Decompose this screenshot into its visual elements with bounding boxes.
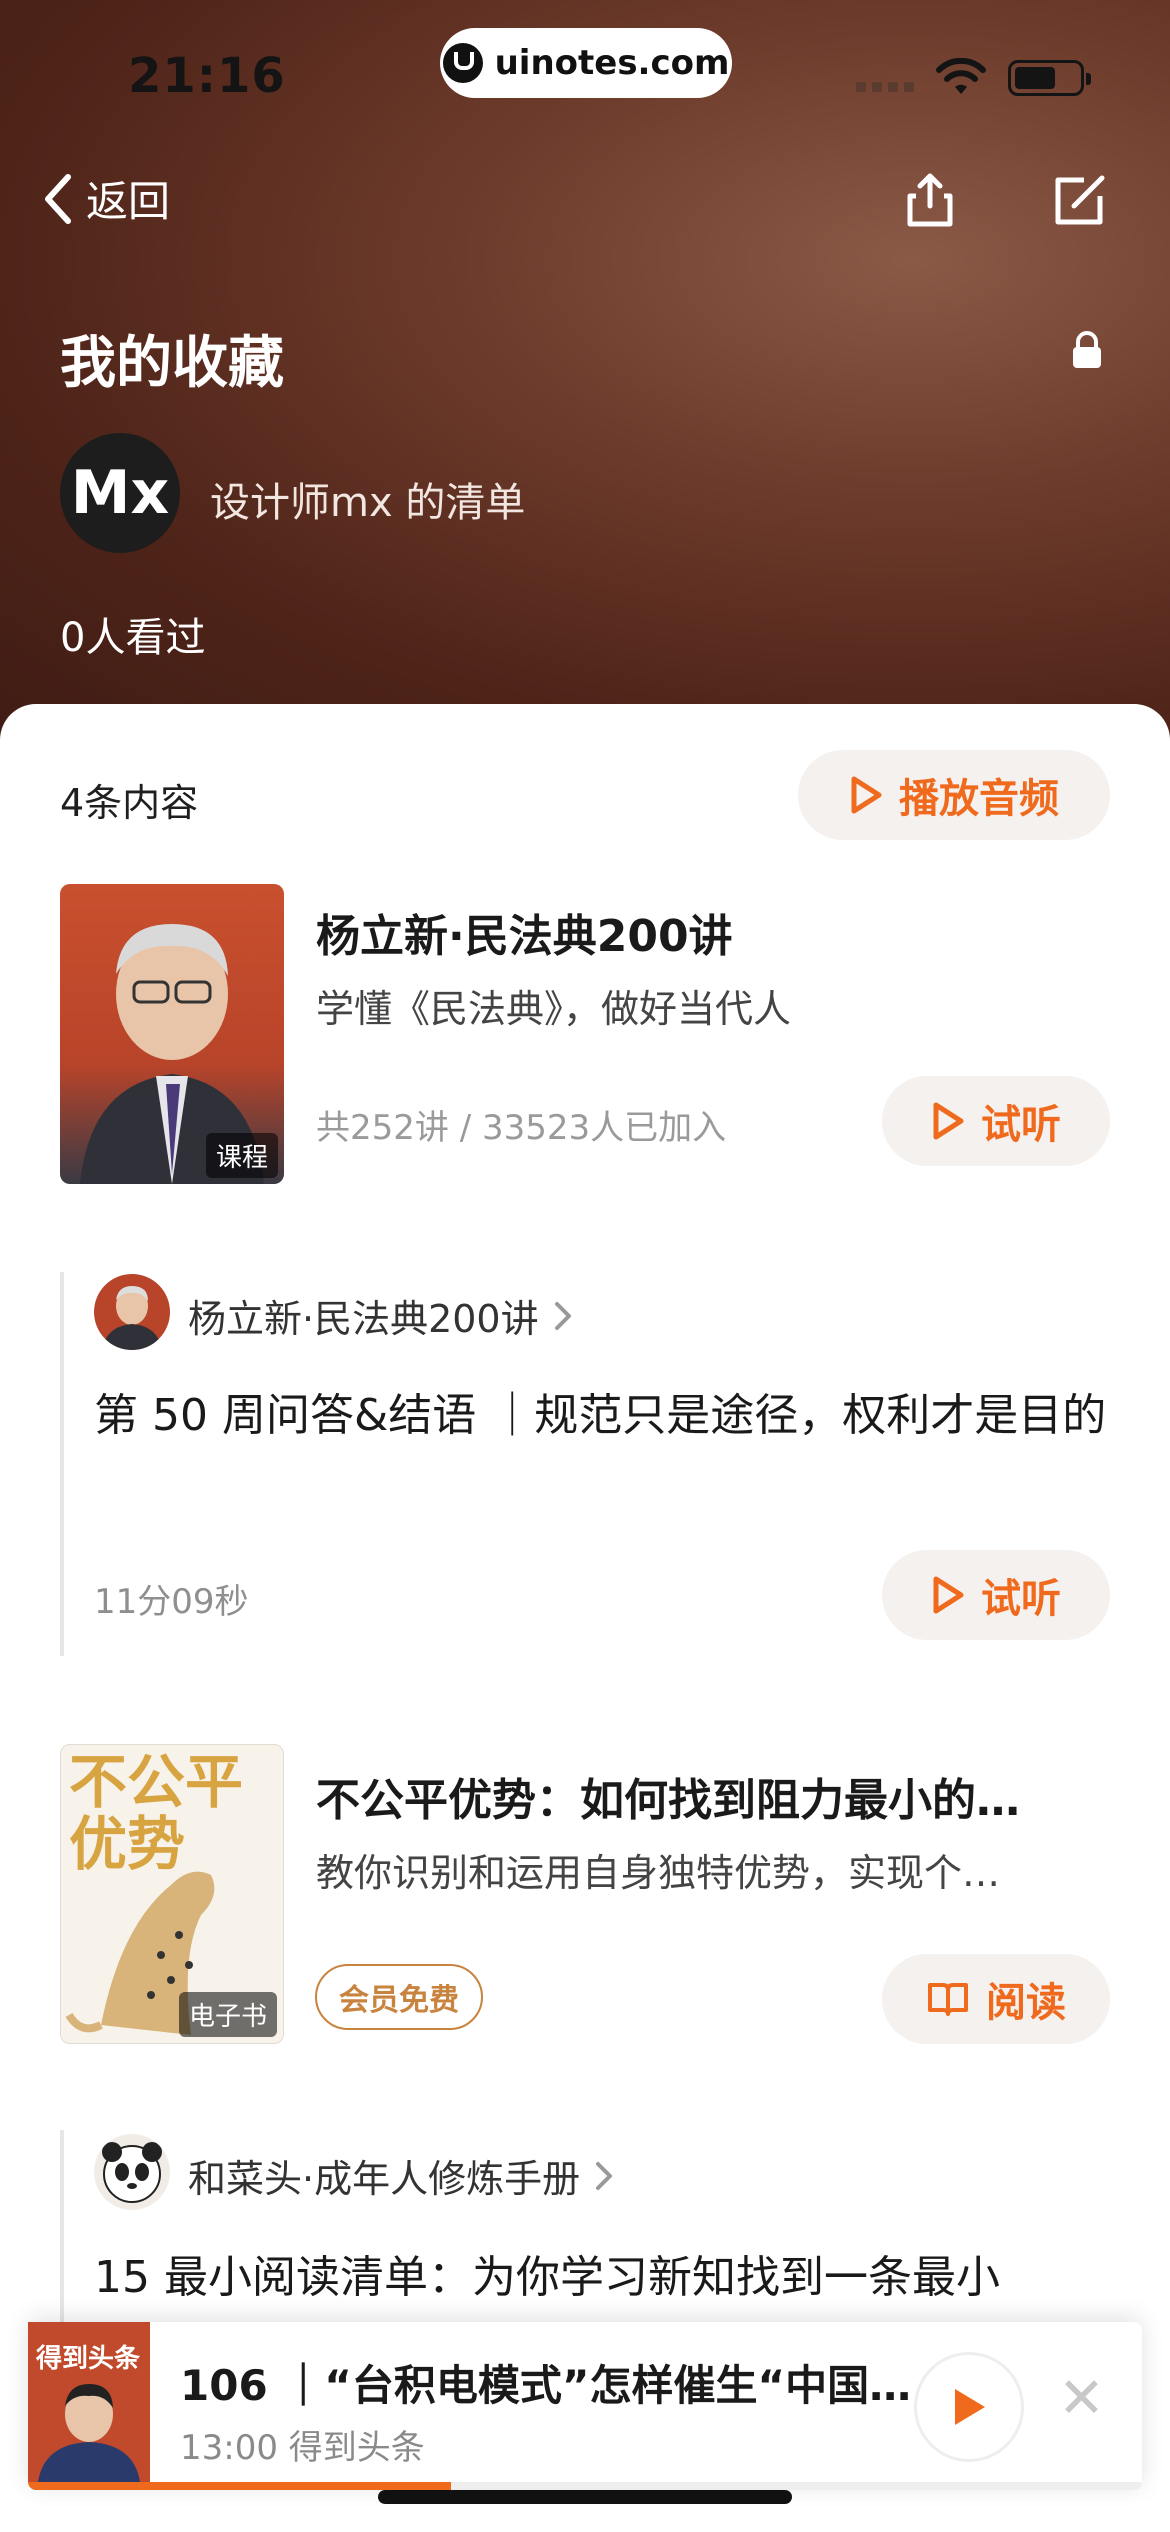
site-logo-icon bbox=[442, 43, 483, 83]
cover-tag: 课程 bbox=[205, 1133, 278, 1178]
source-avatar bbox=[94, 1274, 170, 1350]
item-title[interactable]: 杨立新·民法典200讲 bbox=[316, 900, 733, 964]
url-pill[interactable]: uinotes.com bbox=[440, 28, 732, 98]
close-icon[interactable]: ✕ bbox=[1058, 2366, 1105, 2431]
battery-icon bbox=[1008, 60, 1091, 96]
play-audio-button[interactable]: 播放音频 bbox=[798, 750, 1110, 840]
mini-player-cover: 得到头条 bbox=[28, 2322, 150, 2482]
edit-icon[interactable] bbox=[1050, 170, 1110, 230]
mini-player-play-button[interactable] bbox=[914, 2352, 1024, 2462]
member-free-badge: 会员免费 bbox=[315, 1964, 483, 2030]
trial-listen-button[interactable]: 试听 bbox=[882, 1550, 1110, 1640]
wifi-icon bbox=[936, 58, 986, 94]
cover-tag: 电子书 bbox=[178, 1992, 277, 2037]
source-name: 杨立新·民法典200讲 bbox=[188, 1297, 539, 1341]
source-link[interactable]: 和菜头·成年人修炼手册 bbox=[188, 2148, 614, 2203]
episode-duration: 11分09秒 bbox=[94, 1582, 249, 1622]
owner-name[interactable]: 设计师mx 的清单 bbox=[210, 470, 525, 528]
item-count: 4条内容 bbox=[60, 781, 199, 825]
book-icon bbox=[928, 1983, 968, 2016]
trial-listen-button[interactable]: 试听 bbox=[882, 1076, 1110, 1166]
back-button[interactable]: 返回 bbox=[40, 168, 170, 229]
course-cover[interactable]: 课程 bbox=[60, 884, 284, 1184]
mini-player-title: 106 ｜“台积电模式”怎样催生“中国… bbox=[180, 2361, 912, 2410]
share-icon[interactable] bbox=[900, 170, 960, 230]
mini-player[interactable]: 得到头条 106 ｜“台积电模式”怎样催生“中国… 13:00 得到头条 ✕ bbox=[28, 2322, 1142, 2490]
mini-player-progress-fill bbox=[28, 2482, 452, 2490]
status-time: 21:16 bbox=[128, 48, 286, 104]
chevron-left-icon bbox=[45, 173, 71, 224]
page-title: 我的收藏 bbox=[60, 331, 284, 396]
episode-title[interactable]: 15 最小阅读清单：为你学习新知找到一条最小 bbox=[94, 2244, 1134, 2312]
play-audio-label: 播放音频 bbox=[899, 776, 1059, 822]
trial-label: 试听 bbox=[981, 1576, 1061, 1622]
url-text: uinotes.com bbox=[494, 43, 730, 83]
quote-bar bbox=[60, 1272, 64, 1656]
chevron-right-icon bbox=[554, 1301, 571, 1330]
play-icon bbox=[851, 776, 882, 814]
chevron-right-icon bbox=[596, 2161, 613, 2190]
item-title[interactable]: 不公平优势：如何找到阻力最小的… bbox=[316, 1764, 1096, 1828]
quote-bar bbox=[60, 2130, 64, 2330]
status-bar: 21:16 uinotes.com bbox=[0, 0, 1170, 140]
source-avatar bbox=[94, 2134, 170, 2210]
home-indicator bbox=[378, 2490, 792, 2504]
episode-title[interactable]: 第 50 周问答&结语 ｜规范只是途径，权利才是目的 bbox=[94, 1382, 1124, 1450]
back-label: 返回 bbox=[86, 177, 171, 226]
owner-avatar[interactable]: Mx bbox=[60, 433, 180, 553]
item-subtitle: 学懂《民法典》，做好当代人 bbox=[316, 987, 792, 1031]
view-count: 0人看过 bbox=[60, 615, 206, 661]
ebook-cover[interactable]: 不公平优势 电子书 bbox=[60, 1744, 284, 2044]
item-meta: 共252讲 / 33523人已加入 bbox=[316, 1108, 727, 1148]
mini-player-subtitle: 13:00 得到头条 bbox=[180, 2428, 425, 2468]
cellular-signal-icon bbox=[856, 82, 914, 92]
play-icon bbox=[933, 1102, 964, 1140]
read-label: 阅读 bbox=[986, 1980, 1066, 2026]
mini-player-progress bbox=[28, 2482, 1142, 2490]
read-button[interactable]: 阅读 bbox=[882, 1954, 1110, 2044]
mini-player-cover-text: 得到头条 bbox=[36, 2344, 141, 2374]
play-icon bbox=[933, 1576, 964, 1614]
lock-icon bbox=[1073, 331, 1101, 368]
play-icon bbox=[955, 2389, 985, 2425]
avatar-text: Mx bbox=[70, 458, 170, 528]
source-link[interactable]: 杨立新·民法典200讲 bbox=[188, 1288, 573, 1343]
source-name: 和菜头·成年人修炼手册 bbox=[188, 2157, 581, 2201]
item-subtitle: 教你识别和运用自身独特优势，实现个… bbox=[316, 1851, 1001, 1895]
trial-label: 试听 bbox=[981, 1102, 1061, 1148]
